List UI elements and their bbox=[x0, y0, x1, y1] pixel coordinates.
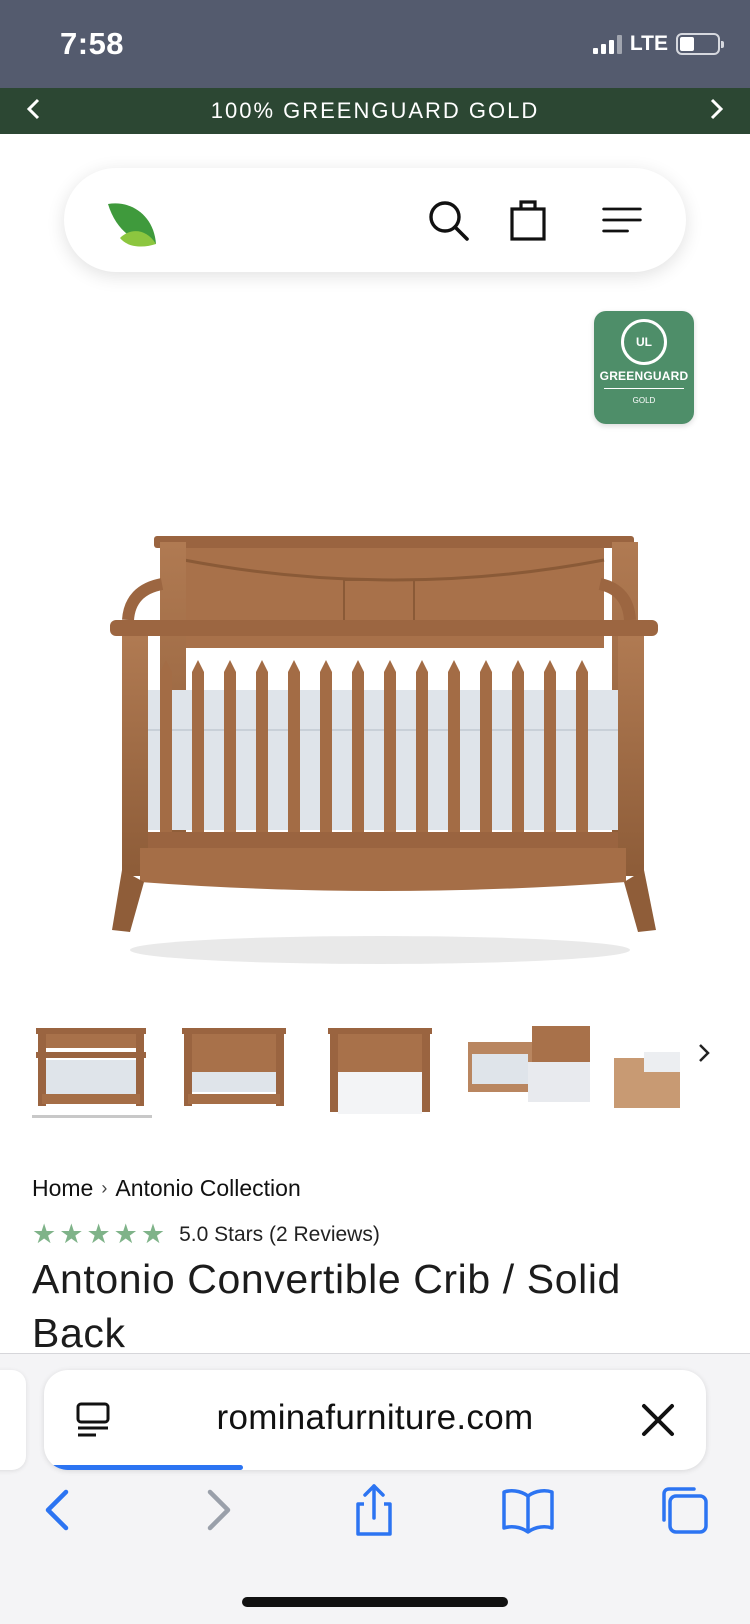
star-icon: ★ bbox=[140, 1219, 166, 1249]
crib-slat bbox=[192, 660, 204, 832]
crib-slat bbox=[256, 660, 268, 832]
crib-slat bbox=[384, 660, 396, 832]
greenguard-badge: UL GREENGUARD GOLD bbox=[594, 311, 694, 424]
bookmarks-icon[interactable] bbox=[500, 1482, 556, 1538]
star-icon: ★ bbox=[32, 1219, 57, 1249]
crib-slat bbox=[416, 660, 428, 832]
badge-title: GREENGUARD bbox=[599, 369, 689, 383]
status-time: 7:58 bbox=[60, 26, 125, 61]
breadcrumb: Home › Antonio Collection bbox=[32, 1175, 301, 1202]
product-title: Antonio Convertible Crib / Solid Back bbox=[32, 1256, 621, 1356]
badge-subtitle: GOLD bbox=[632, 396, 656, 405]
crib-slat bbox=[288, 660, 300, 832]
menu-icon[interactable] bbox=[600, 198, 644, 242]
product-image[interactable] bbox=[100, 520, 660, 970]
thumbnail-item[interactable] bbox=[468, 1022, 590, 1114]
browser-toolbar: rominafurniture.com bbox=[0, 1353, 750, 1624]
breadcrumb-home[interactable]: Home bbox=[32, 1175, 93, 1202]
share-icon[interactable] bbox=[346, 1482, 402, 1538]
search-icon[interactable] bbox=[426, 198, 470, 242]
back-icon[interactable] bbox=[30, 1482, 86, 1538]
chevron-right-icon[interactable] bbox=[696, 1040, 712, 1073]
network-label: LTE bbox=[629, 32, 668, 55]
crib-slat bbox=[512, 660, 524, 832]
close-icon[interactable] bbox=[638, 1400, 678, 1440]
home-indicator bbox=[242, 1597, 508, 1607]
leaf-logo-icon[interactable] bbox=[104, 198, 164, 252]
announcement-bar: 100% GREENGUARD GOLD bbox=[0, 88, 750, 134]
previous-tab-preview[interactable] bbox=[0, 1370, 26, 1470]
crib-slat bbox=[320, 660, 332, 832]
thumbnail-item[interactable] bbox=[178, 1022, 290, 1114]
thumbnail-selected-indicator bbox=[32, 1115, 152, 1118]
crib-slat bbox=[544, 660, 556, 832]
breadcrumb-separator: › bbox=[101, 1178, 108, 1198]
page-load-progress bbox=[44, 1465, 243, 1470]
url-text: rominafurniture.com bbox=[216, 1398, 534, 1437]
battery-icon bbox=[676, 33, 724, 55]
tabs-icon[interactable] bbox=[656, 1482, 712, 1538]
chevron-right-icon[interactable] bbox=[708, 94, 726, 131]
thumbnail-item[interactable] bbox=[324, 1022, 436, 1114]
crib-slat bbox=[224, 660, 236, 832]
status-bar: 7:58 LTE bbox=[0, 0, 750, 88]
breadcrumb-collection[interactable]: Antonio Collection bbox=[115, 1175, 300, 1202]
crib-slat bbox=[160, 660, 172, 832]
star-icon: ★ bbox=[113, 1219, 138, 1249]
status-indicators: LTE bbox=[592, 32, 724, 56]
site-header bbox=[64, 168, 686, 272]
star-icon: ★ bbox=[86, 1219, 111, 1249]
star-icon: ★ bbox=[59, 1219, 84, 1249]
rating-text: 5.0 Stars (2 Reviews) bbox=[179, 1222, 380, 1246]
shopping-bag-icon[interactable] bbox=[506, 198, 550, 242]
crib-slat bbox=[576, 660, 588, 832]
ul-mark-icon: UL bbox=[621, 319, 667, 365]
signal-icon bbox=[592, 34, 622, 54]
announcement-text: 100% GREENGUARD GOLD bbox=[210, 98, 540, 123]
thumbnail-item[interactable] bbox=[614, 1022, 680, 1114]
thumbnail-strip bbox=[32, 1022, 722, 1122]
crib-slat bbox=[352, 660, 364, 832]
crib-slat bbox=[480, 660, 492, 832]
address-bar[interactable]: rominafurniture.com bbox=[44, 1370, 706, 1470]
rating-stars: ★ ★ ★ ★ ★ bbox=[32, 1221, 165, 1248]
thumbnail-item[interactable] bbox=[32, 1022, 150, 1114]
product-rating[interactable]: ★ ★ ★ ★ ★ 5.0 Stars (2 Reviews) bbox=[32, 1221, 380, 1248]
forward-icon[interactable] bbox=[190, 1482, 246, 1538]
crib-slat bbox=[448, 660, 460, 832]
